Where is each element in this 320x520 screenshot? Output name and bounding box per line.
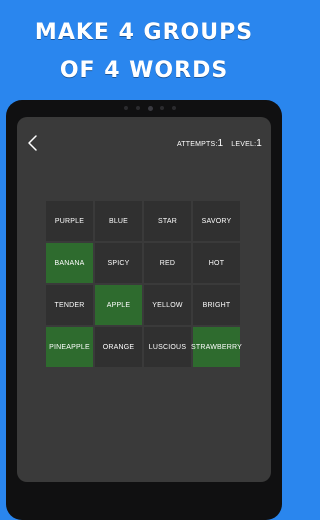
attempts-label: ATTEMPTS: <box>176 141 218 148</box>
headline-line-2: OF 4 WORDS <box>59 58 229 83</box>
game-screen: ATTEMPTS:1 LEVEL:1 PURPLE BLUE STAR SAVORY B… <box>17 117 271 482</box>
word-tile[interactable]: STRAWBERRY <box>191 327 242 367</box>
word-tile[interactable]: BANANA <box>46 243 93 283</box>
back-button[interactable] <box>25 133 41 153</box>
word-tile[interactable]: SPICY <box>95 243 142 283</box>
camera-bar <box>124 105 176 111</box>
sensor-dot <box>160 106 165 110</box>
word-tile[interactable]: PINEAPPLE <box>46 327 93 367</box>
sensor-dot <box>135 106 140 110</box>
stats-bar: ATTEMPTS:1 LEVEL:1 <box>177 138 262 149</box>
word-tile[interactable]: BRIGHT <box>193 285 240 325</box>
word-tile[interactable]: TENDER <box>46 285 93 325</box>
word-tile[interactable]: HOT <box>193 243 240 283</box>
chevron-left-icon <box>28 135 37 151</box>
word-tile[interactable]: SAVORY <box>193 201 240 241</box>
word-tile[interactable]: APPLE <box>95 285 142 325</box>
attempts-value: 1 <box>217 138 224 149</box>
word-tile[interactable]: ORANGE <box>95 327 142 367</box>
sensor-dot <box>124 106 128 110</box>
sensor-dot <box>172 106 176 110</box>
word-tile[interactable]: YELLOW <box>144 285 191 325</box>
word-tile[interactable]: PURPLE <box>46 201 93 241</box>
word-grid: PURPLE BLUE STAR SAVORY BANANA SPICY RED HOT TEN… <box>46 201 242 367</box>
word-tile[interactable]: STAR <box>144 201 191 241</box>
level-indicator: LEVEL:1 <box>231 138 262 149</box>
level-value: 1 <box>256 138 262 149</box>
word-tile[interactable]: LUSCIOUS <box>144 327 191 367</box>
headline-line-1: MAKE 4 GROUPS <box>34 20 254 45</box>
attempts-counter: ATTEMPTS:1 <box>177 138 223 149</box>
word-tile[interactable]: RED <box>144 243 191 283</box>
camera-lens <box>147 105 153 111</box>
level-label: LEVEL: <box>231 141 257 148</box>
word-tile[interactable]: BLUE <box>95 201 142 241</box>
